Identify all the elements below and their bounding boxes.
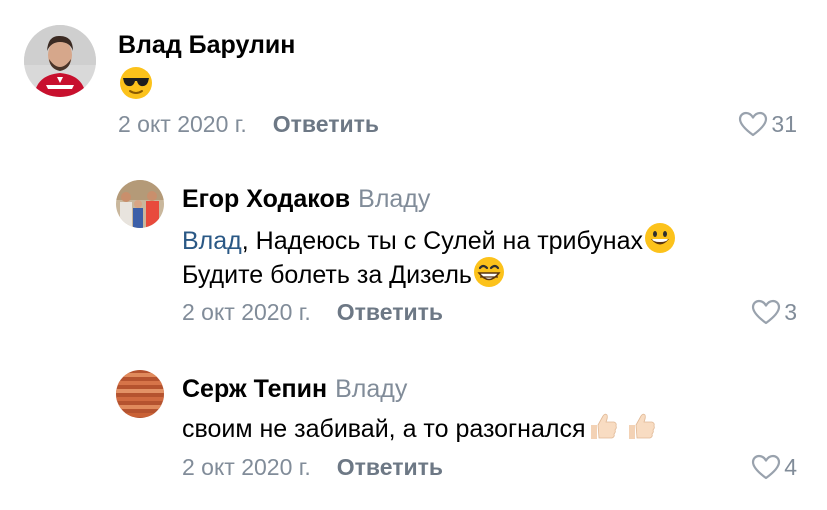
avatar-hockey-player-image xyxy=(24,25,96,97)
reply-to-link[interactable]: Владу xyxy=(335,375,407,403)
reply-button[interactable]: Ответить xyxy=(337,299,443,325)
avatar-egor[interactable] xyxy=(116,180,164,228)
comment-date: 2 окт 2020 г. xyxy=(182,299,311,325)
heart-icon xyxy=(752,299,781,325)
heart-icon xyxy=(739,111,768,137)
like-button[interactable]: 31 xyxy=(738,110,797,138)
comment-date: 2 окт 2020 г. xyxy=(182,454,311,480)
comment-author[interactable]: Серж Тепин xyxy=(182,375,327,403)
reply-button[interactable]: Ответить xyxy=(273,111,379,137)
like-button[interactable]: 3 xyxy=(751,298,797,326)
mention-link[interactable]: Влад xyxy=(182,227,242,255)
avatar-copper-pattern-image xyxy=(116,370,164,418)
comment-text: , Надеюсь ты с Сулей на трибунах xyxy=(241,227,643,255)
like-count: 4 xyxy=(784,454,797,480)
avatar-serzh[interactable] xyxy=(116,370,164,418)
comment-author[interactable]: Влад Барулин xyxy=(118,31,295,59)
thumbs-up-emoji xyxy=(625,410,657,450)
like-count: 3 xyxy=(784,299,797,325)
grinning-face-emoji xyxy=(644,222,676,262)
comment-text: Будите болеть за Дизель xyxy=(182,261,472,289)
comment-date: 2 окт 2020 г. xyxy=(118,111,247,137)
comment-text: своим не забивай, а то разогнался xyxy=(182,415,586,443)
comment-author[interactable]: Егор Ходаков xyxy=(182,185,350,213)
thumbs-up-emoji xyxy=(587,410,619,450)
like-count: 31 xyxy=(771,111,797,137)
like-button[interactable]: 4 xyxy=(751,453,797,481)
sunglasses-emoji xyxy=(119,66,153,108)
avatar-vlad[interactable] xyxy=(24,25,96,97)
beaming-face-emoji xyxy=(473,256,505,296)
avatar-group-photo-image xyxy=(116,180,164,228)
reply-to-link[interactable]: Владу xyxy=(358,185,430,213)
heart-icon xyxy=(752,454,781,480)
reply-button[interactable]: Ответить xyxy=(337,454,443,480)
